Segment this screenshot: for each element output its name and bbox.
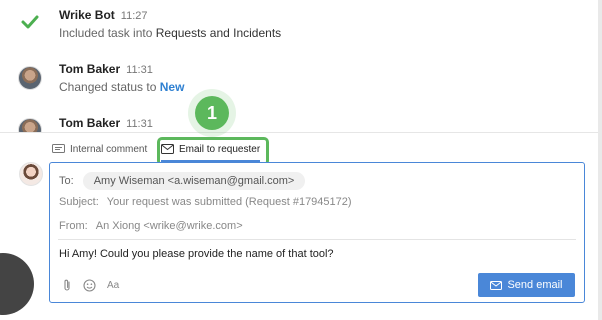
user-avatar[interactable] bbox=[18, 66, 42, 90]
send-label: Send email bbox=[507, 279, 563, 291]
feed-text-prefix: Changed status to bbox=[59, 80, 160, 94]
status-link[interactable]: New bbox=[160, 80, 185, 94]
composer-divider bbox=[0, 132, 598, 133]
to-row: To: Amy Wiseman <a.wiseman@gmail.com> bbox=[59, 171, 306, 191]
feed-time: 11:31 bbox=[126, 118, 153, 130]
feed-author: Tom Baker 11:31 bbox=[59, 116, 153, 130]
feed-text: Included task into Requests and Incident… bbox=[59, 26, 281, 40]
folder-link[interactable]: Requests and Incidents bbox=[156, 26, 281, 40]
subject-row[interactable]: Subject: Your request was submitted (Requ… bbox=[59, 196, 352, 208]
floating-widget[interactable] bbox=[0, 253, 34, 315]
feed-time: 11:31 bbox=[126, 64, 153, 76]
recipient-chip[interactable]: Amy Wiseman <a.wiseman@gmail.com> bbox=[82, 172, 306, 190]
wrike-check-icon bbox=[18, 10, 42, 34]
email-composer: To: Amy Wiseman <a.wiseman@gmail.com> Su… bbox=[49, 162, 585, 303]
composer-toolbar: Aa bbox=[62, 277, 130, 293]
user-avatar[interactable] bbox=[18, 118, 42, 132]
paperclip-icon[interactable] bbox=[62, 279, 72, 292]
feed-time: 11:27 bbox=[120, 10, 148, 22]
step-badge: 1 bbox=[195, 96, 229, 130]
header-divider bbox=[58, 239, 576, 240]
feed-author: Wrike Bot 11:27 bbox=[59, 8, 148, 22]
subject-field[interactable]: Your request was submitted (Request #179… bbox=[107, 196, 352, 208]
subject-label: Subject: bbox=[59, 196, 99, 208]
activity-feed: Wrike Bot 11:27 Included task into Reques… bbox=[0, 0, 598, 132]
to-label: To: bbox=[59, 175, 74, 187]
feed-text-prefix: Included task into bbox=[59, 26, 156, 40]
from-label: From: bbox=[59, 220, 88, 232]
feed-text: Changed status to New bbox=[59, 80, 184, 94]
from-field: An Xiong <wrike@wrike.com> bbox=[95, 220, 243, 232]
scrollbar[interactable] bbox=[598, 0, 602, 320]
message-body[interactable]: Hi Amy! Could you please provide the nam… bbox=[59, 248, 334, 260]
tab-label: Internal comment bbox=[70, 143, 148, 155]
author-name: Tom Baker bbox=[59, 116, 121, 130]
from-row: From: An Xiong <wrike@wrike.com> bbox=[59, 220, 243, 232]
emoji-icon[interactable] bbox=[83, 278, 96, 292]
envelope-icon bbox=[490, 280, 503, 290]
text-format-icon[interactable]: Aa bbox=[107, 280, 119, 291]
feed-author: Tom Baker 11:31 bbox=[59, 62, 153, 76]
tab-internal-comment[interactable]: Internal comment bbox=[52, 138, 147, 160]
author-name: Tom Baker bbox=[59, 62, 121, 76]
author-name: Wrike Bot bbox=[59, 8, 115, 22]
current-user-avatar bbox=[19, 162, 43, 186]
send-email-button[interactable]: Send email bbox=[478, 273, 575, 297]
comment-icon bbox=[52, 143, 65, 153]
